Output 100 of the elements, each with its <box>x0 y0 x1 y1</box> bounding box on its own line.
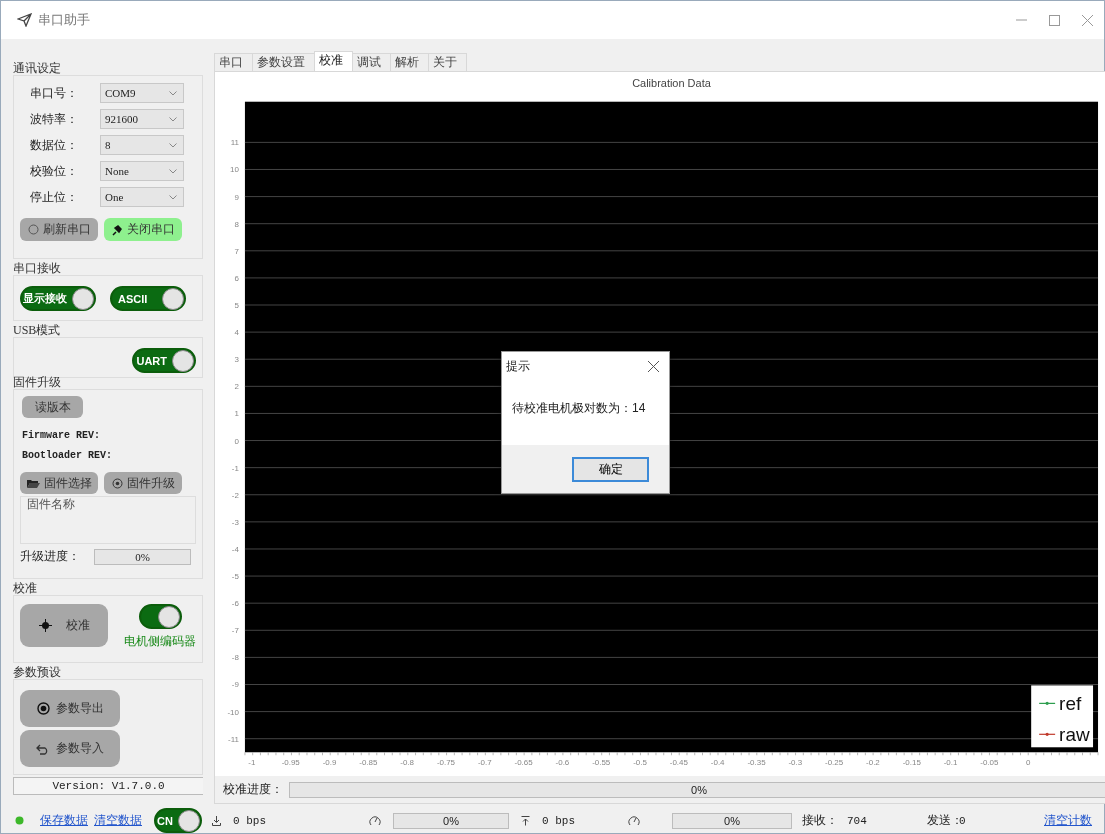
x-tick-label: -0.55 <box>592 758 611 768</box>
undo-icon <box>36 742 50 755</box>
calibrate-button[interactable]: 校准 <box>20 604 108 647</box>
folder-icon <box>26 477 40 489</box>
field-label: 串口号： <box>29 84 79 102</box>
chevron-icon <box>169 142 177 148</box>
tab[interactable]: 串口 <box>214 53 253 71</box>
x-tick-label: -0.35 <box>747 758 766 768</box>
upgrade-firmware-button[interactable]: 固件升级 <box>104 472 182 494</box>
y-tick-label: 8 <box>234 219 239 229</box>
progress-reading: 0% <box>443 814 459 827</box>
x-tick-label: 0 <box>1025 758 1031 768</box>
refresh-port-button[interactable]: 刷新串口 <box>20 218 98 241</box>
upload-rate: 0 bps <box>542 814 576 827</box>
tab[interactable]: 参数设置 <box>252 53 315 71</box>
x-tick-label: -0.2 <box>866 758 880 768</box>
target-icon <box>111 477 123 489</box>
plug-icon <box>111 223 123 236</box>
read-version-button[interactable]: 读版本 <box>22 396 83 418</box>
chevron-icon <box>169 116 177 122</box>
crosshair-icon <box>38 619 52 632</box>
radio-icon <box>27 224 39 235</box>
toggle-switch[interactable]: UART <box>132 348 196 373</box>
x-tick-label: -0.45 <box>669 758 688 768</box>
progress-label: 校准进度： <box>223 781 283 798</box>
dropdown[interactable]: One <box>100 187 184 207</box>
progress-label: 升级进度： <box>20 548 80 565</box>
x-tick-label: -0.4 <box>710 758 725 768</box>
export-button[interactable]: 参数导出 <box>20 690 120 727</box>
maximize-icon[interactable] <box>1049 14 1060 26</box>
x-tick-label: -0.1 <box>943 758 958 768</box>
y-tick-label: 2 <box>234 382 239 392</box>
upload-icon <box>521 815 530 826</box>
group-title: USB模式 <box>13 323 62 337</box>
version-label: Version: V1.7.0.0 <box>13 777 203 795</box>
chevron-icon <box>169 194 177 200</box>
ok-button[interactable]: 确定 <box>572 456 649 482</box>
field-label: 停止位： <box>29 188 79 206</box>
select-firmware-button[interactable]: 固件选择 <box>20 472 98 494</box>
legend-label: raw <box>1059 724 1090 746</box>
received-count: 704 <box>847 814 868 827</box>
chevron-icon <box>169 90 177 96</box>
download-rate: 0 bps <box>233 814 267 827</box>
toggle-switch[interactable]: 显示接收 <box>20 286 96 311</box>
toggle-label: 电机侧编码器 <box>124 633 196 650</box>
paper-plane-icon <box>17 13 32 27</box>
y-tick-label: 4 <box>234 328 239 338</box>
tab[interactable]: 解析 <box>390 53 429 71</box>
y-tick-label: -5 <box>231 572 239 582</box>
tab[interactable]: 关于 <box>428 53 467 71</box>
y-tick-label: 3 <box>234 355 239 365</box>
dropdown[interactable]: 921600 <box>100 109 184 129</box>
import-button[interactable]: 参数导入 <box>20 730 120 767</box>
link[interactable]: 保存数据 <box>40 812 88 829</box>
tab[interactable]: 调试 <box>352 53 391 71</box>
y-tick-label: -11 <box>228 734 239 744</box>
dropdown[interactable]: COM9 <box>100 83 184 103</box>
dropdown[interactable]: 8 <box>100 135 184 155</box>
dropdown[interactable]: None <box>100 161 184 181</box>
status-led-icon <box>15 816 24 825</box>
sent-label: 发送： <box>927 812 959 829</box>
x-tick-label: -0.3 <box>788 758 803 768</box>
y-tick-label: 1 <box>234 409 239 419</box>
link[interactable]: 清空数据 <box>94 812 142 829</box>
group-title: 参数预设 <box>13 665 62 679</box>
y-tick-label: 10 <box>230 165 239 175</box>
x-tick-label: -0.25 <box>825 758 844 768</box>
y-tick-label: 9 <box>234 192 239 202</box>
sent-count: 0 <box>959 814 966 827</box>
x-tick-label: -0.7 <box>477 758 492 768</box>
x-tick-label: -0.65 <box>514 758 533 768</box>
y-tick-label: 7 <box>234 246 239 256</box>
firmware-rev-label: Firmware REV: <box>21 429 101 443</box>
gauge-icon <box>369 815 381 826</box>
x-tick-label: -0.75 <box>436 758 456 768</box>
link[interactable]: 清空计数 <box>1044 812 1092 829</box>
x-tick-label: -0.15 <box>902 758 921 768</box>
group-title: 固件升级 <box>13 375 62 389</box>
radio-icon <box>36 702 50 715</box>
x-tick-label: -1 <box>248 758 256 768</box>
x-tick-label: -0.6 <box>555 758 570 768</box>
y-tick-label: -6 <box>231 599 239 609</box>
close-icon[interactable] <box>648 360 659 372</box>
tab[interactable]: 校准 <box>314 51 353 71</box>
toggle-switch[interactable]: CN <box>154 808 202 833</box>
x-tick-label: -0.85 <box>359 758 378 768</box>
x-tick-label: -0.9 <box>322 758 337 768</box>
bootloader-rev-label: Bootloader REV: <box>21 449 113 463</box>
y-tick-label: 11 <box>230 138 239 148</box>
legend-marker <box>1038 701 1056 705</box>
y-tick-label: -2 <box>231 490 239 500</box>
chart-title: Calibration Data <box>632 76 711 89</box>
x-tick-label: -0.5 <box>633 758 647 768</box>
group-title: 串口接收 <box>13 261 62 275</box>
y-tick-label: -4 <box>231 544 239 554</box>
gauge-icon <box>628 815 640 826</box>
field-label: 数据位： <box>29 136 79 154</box>
close-port-button[interactable]: 关闭串口 <box>104 218 182 241</box>
toggle-switch[interactable] <box>138 604 182 629</box>
toggle-switch[interactable]: ASCII <box>110 286 186 311</box>
